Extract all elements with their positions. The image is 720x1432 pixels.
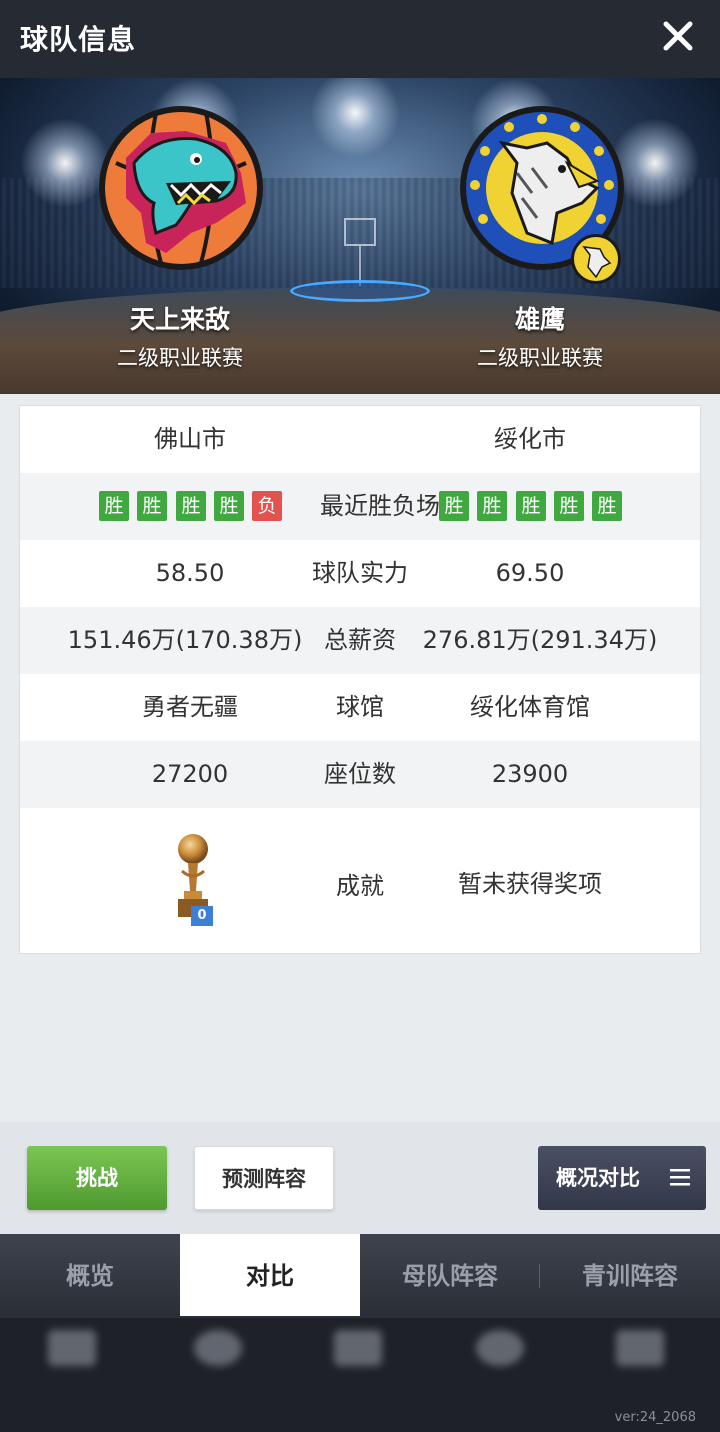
- away-result-badge: 胜: [516, 491, 546, 521]
- home-result-badge: 胜: [99, 491, 129, 521]
- bottom-nav-item[interactable]: [600, 1326, 680, 1416]
- tab-overview[interactable]: 概览: [0, 1234, 180, 1318]
- home-arena: 勇者无疆: [142, 693, 238, 721]
- home-result-badge: 胜: [137, 491, 167, 521]
- strength-label: 球队实力: [312, 559, 408, 587]
- away-seats: 23900: [491, 760, 569, 788]
- away-result-badge: 胜: [554, 491, 584, 521]
- away-achievement: 暂未获得奖项: [458, 870, 602, 898]
- home-team-name: 天上来敌: [129, 305, 230, 334]
- away-team-league: 二级职业联赛: [477, 346, 603, 370]
- bottom-nav-item[interactable]: [318, 1326, 398, 1416]
- arena-light: [310, 78, 400, 158]
- bottom-nav-item[interactable]: [460, 1326, 540, 1416]
- recent-results-row: 胜 胜 胜 胜 负 最近胜负场 胜 胜 胜 胜 胜: [20, 473, 700, 540]
- close-icon[interactable]: [660, 18, 696, 54]
- challenge-button[interactable]: 挑战: [27, 1146, 167, 1210]
- salary-label: 总薪资: [324, 626, 396, 654]
- strength-row: 58.50 球队实力 69.50: [20, 540, 700, 607]
- away-result-badge: 胜: [477, 491, 507, 521]
- salary-row: 151.46万(170.38万) 总薪资 276.81万(291.34万): [20, 607, 700, 674]
- home-result-badge: 负: [252, 491, 282, 521]
- away-result-badge: 胜: [592, 491, 622, 521]
- tab-main-roster[interactable]: 母队阵容: [360, 1234, 540, 1318]
- bottom-nav: [0, 1318, 720, 1432]
- match-banner: 天上来敌 二级职业联赛 雄鹰 二级职业联赛: [0, 78, 720, 394]
- home-team-logo[interactable]: [96, 103, 266, 273]
- basketball-hoop: [344, 218, 376, 246]
- action-bar: 挑战 预测阵容 概况对比: [0, 1122, 720, 1234]
- overview-compare-button[interactable]: 概况对比: [538, 1146, 706, 1210]
- tab-youth-roster[interactable]: 青训阵容: [540, 1234, 720, 1318]
- achievement-label: 成就: [336, 872, 384, 900]
- trophy-count-badge: 0: [191, 906, 213, 926]
- overview-compare-label: 概况对比: [556, 1166, 640, 1190]
- away-team-mini-badge: [571, 234, 621, 284]
- away-city: 绥化市: [494, 425, 566, 453]
- seats-label: 座位数: [324, 760, 396, 788]
- bottom-nav-item[interactable]: [32, 1326, 112, 1416]
- away-arena: 绥化体育馆: [470, 693, 590, 721]
- away-result-badge: 胜: [439, 491, 469, 521]
- home-result-badge: 胜: [214, 491, 244, 521]
- arena-label: 球馆: [336, 693, 384, 721]
- comparison-card: 佛山市 绥化市 胜 胜 胜 胜 负 最近胜负场 胜 胜 胜 胜 胜 58.50 …: [19, 405, 701, 954]
- tab-bar: 概览 对比 母队阵容 青训阵容: [0, 1234, 720, 1318]
- home-strength: 58.50: [155, 559, 225, 587]
- court-center-ring: [290, 280, 430, 302]
- recent-results-label: 最近胜负场: [320, 492, 440, 520]
- home-seats: 27200: [151, 760, 229, 788]
- away-salary: 276.81万(291.34万): [422, 626, 658, 654]
- seats-row: 27200 座位数 23900: [20, 741, 700, 808]
- predict-lineup-button[interactable]: 预测阵容: [194, 1146, 334, 1210]
- tab-compare[interactable]: 对比: [180, 1234, 360, 1316]
- home-salary: 151.46万(170.38万): [67, 626, 303, 654]
- bottom-nav-item[interactable]: [178, 1326, 258, 1416]
- page-title: 球队信息: [20, 23, 137, 56]
- home-team-league: 二级职业联赛: [117, 346, 243, 370]
- away-strength: 69.50: [495, 559, 565, 587]
- home-result-badge: 胜: [176, 491, 206, 521]
- menu-icon: [670, 1169, 690, 1186]
- city-row: 佛山市 绥化市: [20, 406, 700, 473]
- header-bar: 球队信息: [0, 0, 720, 78]
- arena-row: 勇者无疆 球馆 绥化体育馆: [20, 674, 700, 741]
- home-city: 佛山市: [154, 425, 226, 453]
- version-label: ver:24_2068: [614, 1410, 696, 1425]
- away-team-name: 雄鹰: [514, 305, 565, 334]
